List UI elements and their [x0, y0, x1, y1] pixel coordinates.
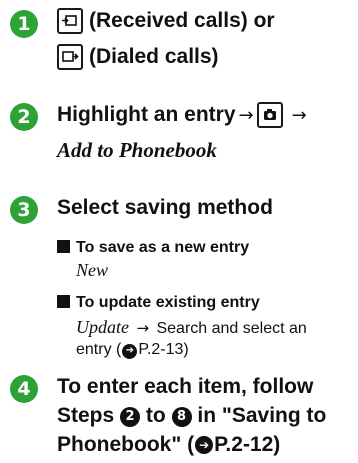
to-word: to: [145, 404, 166, 427]
step-4-line-2: Steps 2 to 8 in "Saving to: [57, 403, 326, 429]
arrow-right-circle-icon: ➔: [122, 343, 138, 359]
arrow-icon: →: [291, 105, 307, 126]
dialed-calls-text: (Dialed calls): [89, 45, 219, 68]
option-update-body-line-2: entry (➔ P.2-13): [76, 338, 189, 362]
step-4-line-3: Phonebook" (➔ P.2-12): [57, 432, 280, 458]
step-1-badge: 1: [10, 10, 38, 38]
step-3-title: Select saving method: [57, 196, 273, 219]
option-update-heading: To update existing entry: [57, 294, 260, 312]
option-new-value: New: [76, 258, 108, 284]
step-2-badge: 2: [10, 103, 38, 131]
step-2-line-2: Add to Phonebook: [57, 137, 217, 164]
step-3-badge: 3: [10, 196, 38, 224]
step-ref-circle: 8: [171, 407, 192, 427]
arrow-icon: →: [238, 105, 254, 126]
page-ref: P.2-12: [214, 433, 274, 456]
step-ref-circle: 2: [120, 407, 141, 427]
step-2-line-1: Highlight an entry → →: [57, 102, 310, 129]
in-saving-to-text: in "Saving to: [197, 404, 327, 427]
dialed-calls-key-icon: [57, 44, 83, 71]
highlight-entry-text: Highlight an entry: [57, 103, 236, 126]
bullet-square-icon: [57, 295, 70, 308]
option-new-heading: To save as a new entry: [57, 239, 249, 257]
received-calls-text: (Received calls) or: [89, 9, 275, 32]
received-calls-key-icon: [57, 8, 83, 35]
option-update-value-text: Update: [76, 317, 129, 337]
close-paren: ): [273, 433, 281, 456]
option-update-line1-text: Search and select an: [156, 320, 307, 337]
camera-key-icon: [256, 102, 283, 129]
option-new-value-text: New: [76, 260, 109, 280]
option-new-heading-text: To save as a new entry: [76, 239, 250, 256]
steps-word: Steps: [57, 404, 115, 427]
add-to-phonebook-text: Add to Phonebook: [57, 138, 217, 162]
option-update-heading-text: To update existing entry: [76, 294, 260, 311]
step-4-line-1: To enter each item, follow: [57, 375, 314, 398]
phonebook-text: Phonebook" (: [57, 433, 195, 456]
step-4-badge: 4: [10, 375, 38, 403]
close-paren: ): [183, 341, 189, 358]
option-update-line2-text: entry (: [76, 341, 122, 358]
arrow-icon: →: [136, 319, 150, 337]
page-ref: P.2-13: [138, 341, 184, 358]
bullet-square-icon: [57, 240, 70, 253]
step-1-line-2: (Dialed calls): [57, 44, 219, 71]
arrow-right-circle-icon: ➔: [195, 436, 214, 454]
step-1-line-1: (Received calls) or: [57, 8, 275, 35]
